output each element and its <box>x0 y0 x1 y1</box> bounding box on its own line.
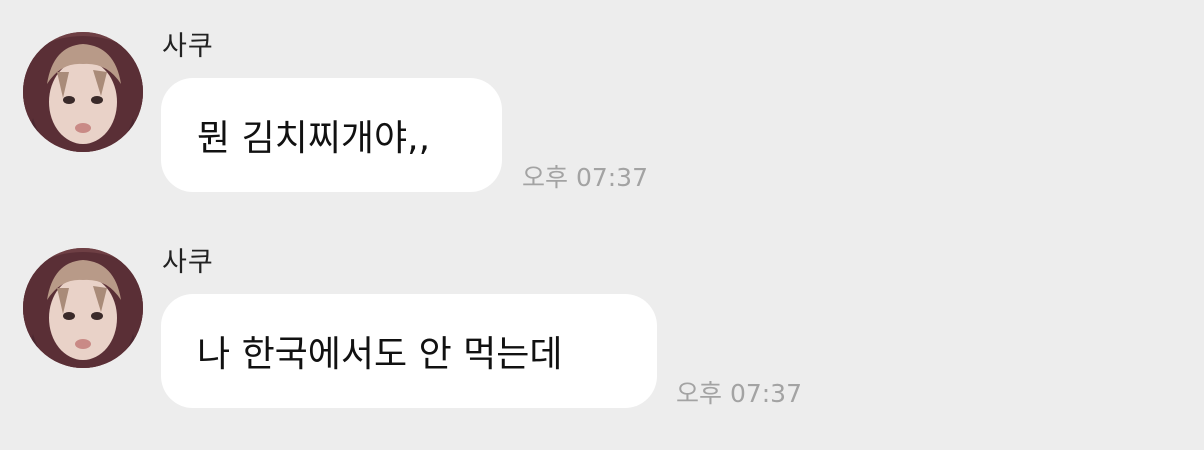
profile-photo-icon <box>23 32 143 152</box>
message-timestamp: 오후 07:37 <box>522 163 648 192</box>
message-text: 뭔 김치찌개야,, <box>197 118 431 159</box>
message-bubble[interactable]: 뭔 김치찌개야,, <box>161 78 502 192</box>
chat-message: 사쿠 뭔 김치찌개야,, 오후 07:37 <box>0 22 1204 222</box>
sender-name: 사쿠 <box>162 31 214 62</box>
chat-message: 사쿠 나 한국에서도 안 먹는데 오후 07:37 <box>0 238 1204 438</box>
message-text: 나 한국에서도 안 먹는데 <box>197 334 563 375</box>
avatar[interactable] <box>23 248 143 368</box>
message-timestamp: 오후 07:37 <box>676 379 802 408</box>
avatar[interactable] <box>23 32 143 152</box>
sender-name: 사쿠 <box>162 247 214 278</box>
profile-photo-icon <box>23 248 143 368</box>
message-bubble[interactable]: 나 한국에서도 안 먹는데 <box>161 294 657 408</box>
